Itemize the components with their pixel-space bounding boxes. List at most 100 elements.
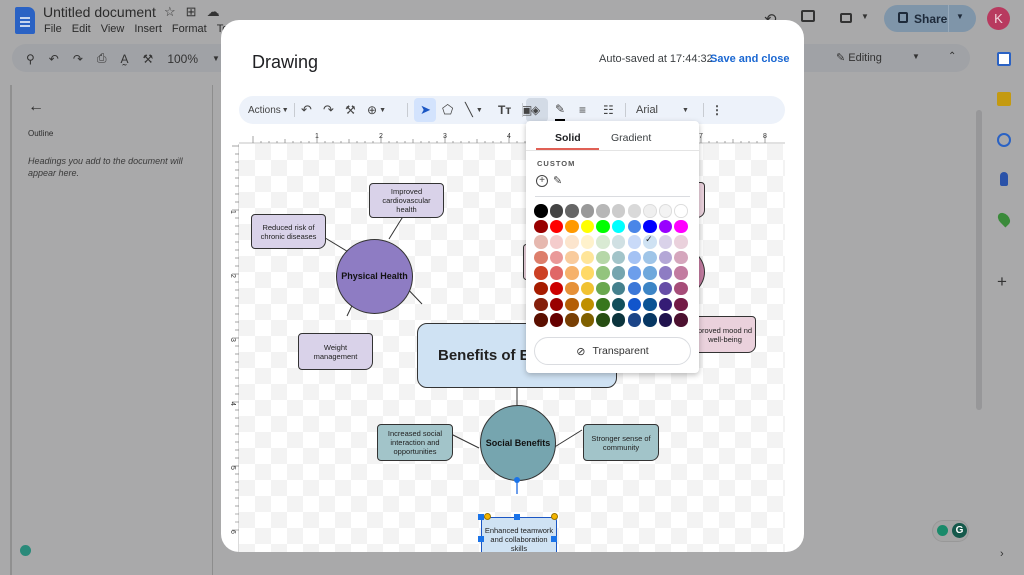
tab-gradient[interactable]: Gradient — [611, 132, 651, 144]
color-swatch[interactable] — [611, 266, 626, 280]
actions-menu[interactable]: Actions ▼ — [248, 96, 289, 124]
color-swatch[interactable] — [611, 204, 626, 218]
color-swatch[interactable] — [674, 297, 688, 312]
chevron-right-icon[interactable]: › — [1000, 548, 1004, 560]
tab-solid[interactable]: Solid — [555, 132, 581, 144]
menu-format[interactable]: Format — [172, 23, 207, 35]
border-weight-icon[interactable]: ≡ — [579, 96, 586, 124]
comments-icon[interactable] — [801, 10, 815, 22]
lightbulb-icon[interactable] — [937, 525, 948, 536]
eyedropper-icon[interactable]: ✎ — [553, 174, 562, 187]
menu-edit[interactable]: Edit — [72, 23, 91, 35]
grammarly-icon[interactable]: G — [952, 523, 967, 538]
color-swatch[interactable] — [534, 235, 548, 249]
textbox-icon[interactable]: Tт — [498, 96, 511, 124]
calendar-icon[interactable] — [997, 52, 1011, 66]
color-swatch[interactable] — [674, 266, 688, 280]
color-swatch[interactable] — [643, 204, 657, 218]
vertical-scrollbar[interactable] — [976, 110, 982, 410]
chevron-down-icon[interactable]: ▼ — [912, 52, 920, 61]
color-swatch[interactable] — [549, 266, 564, 280]
color-swatch[interactable] — [627, 313, 642, 327]
redo-icon[interactable]: ↷ — [323, 96, 334, 124]
color-swatch[interactable] — [611, 219, 626, 234]
color-swatch[interactable] — [565, 219, 579, 234]
color-swatch[interactable] — [627, 219, 642, 234]
spellcheck-icon[interactable]: A̰ — [121, 52, 129, 66]
physical-health-circle[interactable]: Physical Health — [336, 239, 413, 314]
collapse-menus-icon[interactable]: ⌃ — [948, 51, 956, 62]
color-swatch[interactable] — [658, 204, 673, 218]
color-swatch[interactable] — [658, 313, 673, 327]
color-swatch[interactable] — [580, 204, 595, 218]
document-title[interactable]: Untitled document — [43, 4, 156, 20]
resize-handle[interactable] — [551, 536, 557, 542]
more-options-icon[interactable]: ⋮ — [711, 96, 723, 124]
color-swatch[interactable] — [611, 297, 626, 312]
keep-icon[interactable] — [997, 92, 1011, 106]
adjust-handle[interactable] — [484, 513, 491, 520]
color-swatch[interactable] — [580, 266, 595, 280]
color-swatch[interactable] — [549, 204, 564, 218]
grammarly-widget[interactable]: G — [932, 520, 969, 542]
resize-handle[interactable] — [514, 514, 520, 520]
color-swatch[interactable] — [611, 250, 626, 265]
share-button[interactable]: Share ▼ — [884, 5, 976, 32]
fill-color-icon[interactable]: ◈ — [531, 96, 540, 124]
docs-logo-icon[interactable] — [15, 7, 35, 34]
connector-handle[interactable] — [514, 477, 520, 483]
color-swatch[interactable] — [643, 219, 657, 234]
color-swatch[interactable] — [565, 297, 579, 312]
chevron-down-icon[interactable]: ▼ — [212, 54, 220, 63]
zoom-icon[interactable]: ⊕ ▼ — [367, 96, 386, 124]
color-swatch[interactable] — [549, 219, 564, 234]
menu-view[interactable]: View — [101, 23, 125, 35]
color-swatch[interactable] — [611, 281, 626, 296]
line-icon[interactable]: ╲ ▼ — [465, 96, 483, 124]
color-swatch[interactable] — [549, 250, 564, 265]
color-swatch[interactable] — [580, 313, 595, 327]
color-swatch[interactable] — [611, 313, 626, 327]
physical-item-box[interactable]: Weight management — [298, 333, 373, 370]
color-swatch[interactable] — [580, 219, 595, 234]
color-swatch[interactable] — [596, 313, 610, 327]
undo-icon[interactable]: ↶ — [49, 52, 59, 66]
adjust-handle[interactable] — [551, 513, 558, 520]
color-swatch[interactable] — [596, 266, 610, 280]
color-swatch[interactable] — [596, 297, 610, 312]
color-swatch[interactable] — [580, 297, 595, 312]
meet-icon[interactable] — [840, 13, 852, 23]
color-swatch[interactable] — [643, 313, 657, 327]
star-icon[interactable]: ☆ — [164, 4, 176, 20]
selected-social-item-box[interactable]: Enhanced teamwork and collaboration skil… — [481, 517, 557, 552]
color-swatch[interactable] — [596, 204, 610, 218]
color-swatch[interactable] — [549, 297, 564, 312]
cloud-status-icon[interactable]: ☁ — [207, 4, 220, 20]
paint-format-icon[interactable]: ⚒ — [143, 52, 154, 66]
color-swatch[interactable] — [627, 235, 642, 249]
color-swatch[interactable] — [674, 313, 688, 327]
color-swatch[interactable] — [549, 313, 564, 327]
chevron-down-icon[interactable]: ▼ — [956, 12, 964, 21]
color-swatch[interactable] — [596, 250, 610, 265]
color-swatch[interactable] — [643, 266, 657, 280]
color-swatch[interactable] — [549, 235, 564, 249]
color-swatch[interactable] — [565, 266, 579, 280]
color-swatch[interactable] — [674, 250, 688, 265]
transparent-button[interactable]: ⊘ Transparent — [534, 337, 691, 365]
color-swatch[interactable] — [565, 250, 579, 265]
color-swatch[interactable] — [627, 297, 642, 312]
color-swatch[interactable] — [658, 297, 673, 312]
move-folder-icon[interactable]: ⊞ — [186, 4, 197, 20]
color-swatch[interactable] — [643, 297, 657, 312]
color-swatch[interactable] — [674, 235, 688, 249]
color-swatch[interactable] — [627, 204, 642, 218]
color-swatch[interactable] — [674, 281, 688, 296]
editing-mode-select[interactable]: ✎ Editing — [836, 51, 882, 64]
undo-icon[interactable]: ↶ — [301, 96, 312, 124]
color-swatch[interactable] — [565, 313, 579, 327]
paint-format-icon[interactable]: ⚒ — [345, 96, 356, 124]
print-icon[interactable]: ⎙ — [97, 51, 107, 66]
physical-item-box[interactable]: Reduced risk of chronic diseases — [251, 214, 326, 249]
color-swatch[interactable] — [565, 204, 579, 218]
